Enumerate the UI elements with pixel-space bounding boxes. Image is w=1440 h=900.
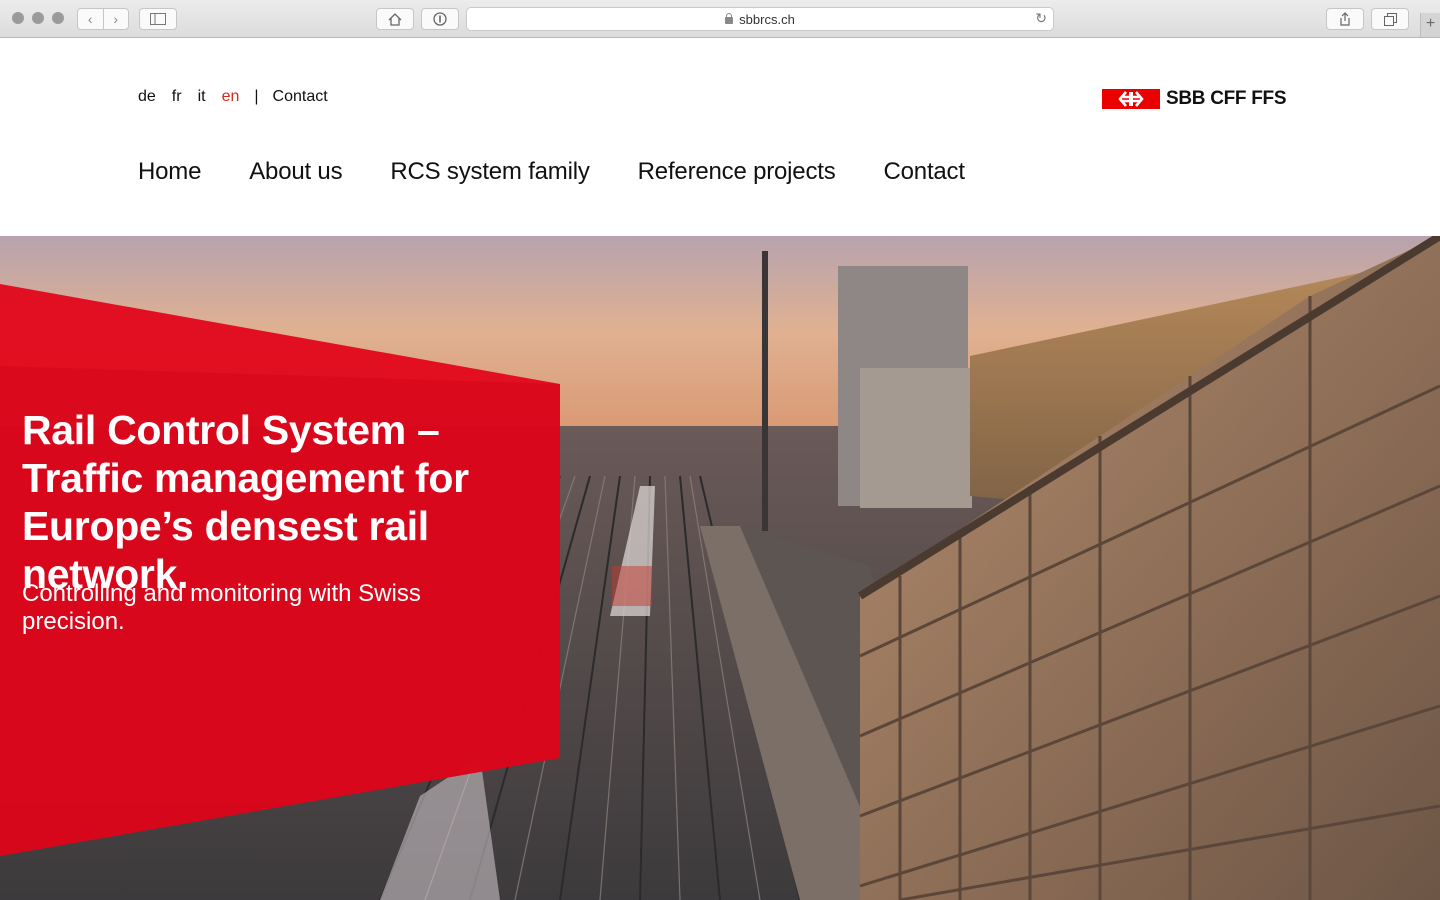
- nav-reference-projects[interactable]: Reference projects: [638, 158, 836, 186]
- address-bar[interactable]: sbbrcs.ch ↻: [466, 7, 1054, 31]
- tabs-overview-button[interactable]: [1371, 8, 1409, 30]
- lang-fr[interactable]: fr: [172, 88, 182, 106]
- forward-icon[interactable]: ›: [102, 9, 129, 29]
- top-contact-link[interactable]: Contact: [273, 88, 328, 106]
- url-text: sbbrcs.ch: [467, 12, 1053, 27]
- nav-contact[interactable]: Contact: [884, 158, 966, 186]
- browser-toolbar: ‹ › sbbrcs.ch ↻ +: [0, 0, 1440, 38]
- hero-subtitle: Controlling and monitoring with Swiss pr…: [22, 580, 421, 635]
- nav-rcs-system-family[interactable]: RCS system family: [390, 158, 589, 186]
- sbb-logo[interactable]: SBB CFF FFS: [1102, 88, 1287, 110]
- url-value: sbbrcs.ch: [739, 12, 795, 27]
- close-window-button[interactable]: [12, 12, 24, 24]
- zoom-window-button[interactable]: [52, 12, 64, 24]
- home-button[interactable]: [376, 8, 414, 30]
- info-icon: [433, 12, 447, 26]
- home-icon: [388, 12, 402, 26]
- nav-about-us[interactable]: About us: [249, 158, 342, 186]
- lock-icon: [725, 13, 734, 24]
- separator: |: [254, 88, 259, 105]
- language-bar: de fr it en | Contact: [138, 88, 344, 106]
- logo-text: SBB CFF FFS: [1166, 88, 1287, 109]
- reload-icon[interactable]: ↻: [1035, 10, 1047, 27]
- hero-title: Rail Control System – Traffic management…: [22, 407, 469, 597]
- new-tab-button[interactable]: +: [1420, 13, 1440, 37]
- window-controls: [12, 12, 64, 24]
- lang-de[interactable]: de: [138, 88, 156, 106]
- sidebar-toggle-button[interactable]: [139, 8, 177, 30]
- minimize-window-button[interactable]: [32, 12, 44, 24]
- hero-banner: Rail Control System – Traffic management…: [0, 236, 1440, 900]
- history-nav: ‹ ›: [77, 8, 129, 30]
- sidebar-icon: [150, 13, 166, 25]
- reader-button[interactable]: [421, 8, 459, 30]
- lang-en[interactable]: en: [222, 88, 240, 106]
- back-icon[interactable]: ‹: [78, 9, 103, 29]
- lang-it[interactable]: it: [198, 88, 206, 106]
- sbb-logo-icon: [1102, 89, 1160, 109]
- main-nav: Home About us RCS system family Referenc…: [138, 158, 1013, 186]
- tabs-icon: [1383, 12, 1397, 26]
- share-button[interactable]: [1326, 8, 1364, 30]
- share-icon: [1340, 12, 1350, 26]
- nav-home[interactable]: Home: [138, 158, 201, 186]
